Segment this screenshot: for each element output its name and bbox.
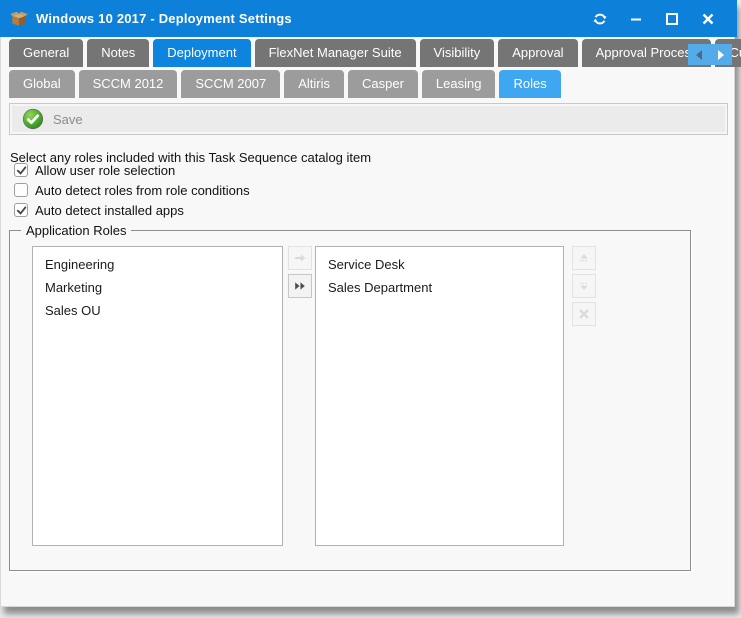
order-buttons — [572, 246, 596, 326]
save-check-icon — [22, 108, 44, 130]
checkbox-auto-detect-roles-from-role-conditions[interactable] — [14, 183, 28, 197]
secondary-tab-bar: GlobalSCCM 2012SCCM 2007AltirisCasperLea… — [9, 70, 733, 98]
assigned-roles-list[interactable]: Service DeskSales Department — [315, 246, 564, 546]
minimize-icon[interactable] — [625, 8, 647, 30]
remove-x-icon — [577, 307, 591, 321]
tab-approval[interactable]: Approval — [498, 39, 577, 67]
move-down-button[interactable] — [572, 274, 596, 298]
tab-casper[interactable]: Casper — [348, 70, 418, 98]
tab-scroller — [688, 44, 732, 65]
tab-visibility[interactable]: Visibility — [420, 39, 495, 67]
tab-deployment[interactable]: Deployment — [153, 39, 250, 67]
window-title: Windows 10 2017 - Deployment Settings — [36, 11, 292, 26]
arrow-up-icon — [577, 251, 591, 265]
checkbox-row-auto-detect-installed-apps: Auto detect installed apps — [14, 203, 250, 217]
package-icon — [10, 10, 28, 28]
tab-roles[interactable]: Roles — [499, 70, 560, 98]
list-item-sales-ou[interactable]: Sales OU — [33, 299, 282, 322]
save-button[interactable]: Save — [22, 108, 83, 130]
available-roles-list[interactable]: EngineeringMarketingSales OU — [32, 246, 283, 546]
checkbox-label-auto-detect-roles-from-role-conditions: Auto detect roles from role conditions — [35, 183, 250, 198]
checkbox-row-auto-detect-roles-from-role-conditions: Auto detect roles from role conditions — [14, 183, 250, 197]
chevron-left-icon[interactable] — [696, 50, 702, 60]
tab-flexnet-manager-suite[interactable]: FlexNet Manager Suite — [255, 39, 416, 67]
maximize-icon[interactable] — [661, 8, 683, 30]
tab-general[interactable]: General — [9, 39, 83, 67]
window-controls — [589, 8, 727, 30]
checkbox-group: Allow user role selection Auto detect rol… — [14, 163, 250, 217]
list-item-service-desk[interactable]: Service Desk — [316, 253, 563, 276]
double-arrow-right-icon — [293, 279, 307, 293]
refresh-icon[interactable] — [589, 8, 611, 30]
deployment-settings-window: Windows 10 2017 - Deployment Settings — [0, 0, 735, 607]
tab-sccm-2012[interactable]: SCCM 2012 — [79, 70, 178, 98]
screen: Windows 10 2017 - Deployment Settings — [0, 0, 741, 618]
group-title: Application Roles — [21, 223, 131, 238]
tab-notes[interactable]: Notes — [87, 39, 149, 67]
checkbox-label-allow-user-role-selection: Allow user role selection — [35, 163, 175, 178]
list-item-engineering[interactable]: Engineering — [33, 253, 282, 276]
toolbar: Save — [9, 103, 728, 135]
move-all-right-button[interactable] — [288, 274, 312, 298]
chevron-right-icon[interactable] — [718, 50, 724, 60]
save-label: Save — [53, 112, 83, 127]
remove-button[interactable] — [572, 302, 596, 326]
checkbox-auto-detect-installed-apps[interactable] — [14, 203, 28, 217]
arrow-down-icon — [577, 279, 591, 293]
primary-tab-bar: GeneralNotesDeploymentFlexNet Manager Su… — [9, 39, 733, 67]
tab-global[interactable]: Global — [9, 70, 75, 98]
move-right-button[interactable] — [288, 246, 312, 270]
tab-altiris[interactable]: Altiris — [284, 70, 344, 98]
list-item-sales-department[interactable]: Sales Department — [316, 276, 563, 299]
checkbox-allow-user-role-selection[interactable] — [14, 163, 28, 177]
transfer-buttons — [288, 246, 312, 298]
close-icon[interactable] — [697, 8, 719, 30]
tab-leasing[interactable]: Leasing — [422, 70, 496, 98]
checkbox-row-allow-user-role-selection: Allow user role selection — [14, 163, 250, 177]
checkbox-label-auto-detect-installed-apps: Auto detect installed apps — [35, 203, 184, 218]
list-item-marketing[interactable]: Marketing — [33, 276, 282, 299]
title-bar: Windows 10 2017 - Deployment Settings — [0, 0, 737, 37]
move-up-button[interactable] — [572, 246, 596, 270]
application-roles-group: Application Roles EngineeringMarketingSa… — [9, 230, 691, 571]
tab-sccm-2007[interactable]: SCCM 2007 — [181, 70, 280, 98]
arrow-right-icon — [293, 251, 307, 265]
